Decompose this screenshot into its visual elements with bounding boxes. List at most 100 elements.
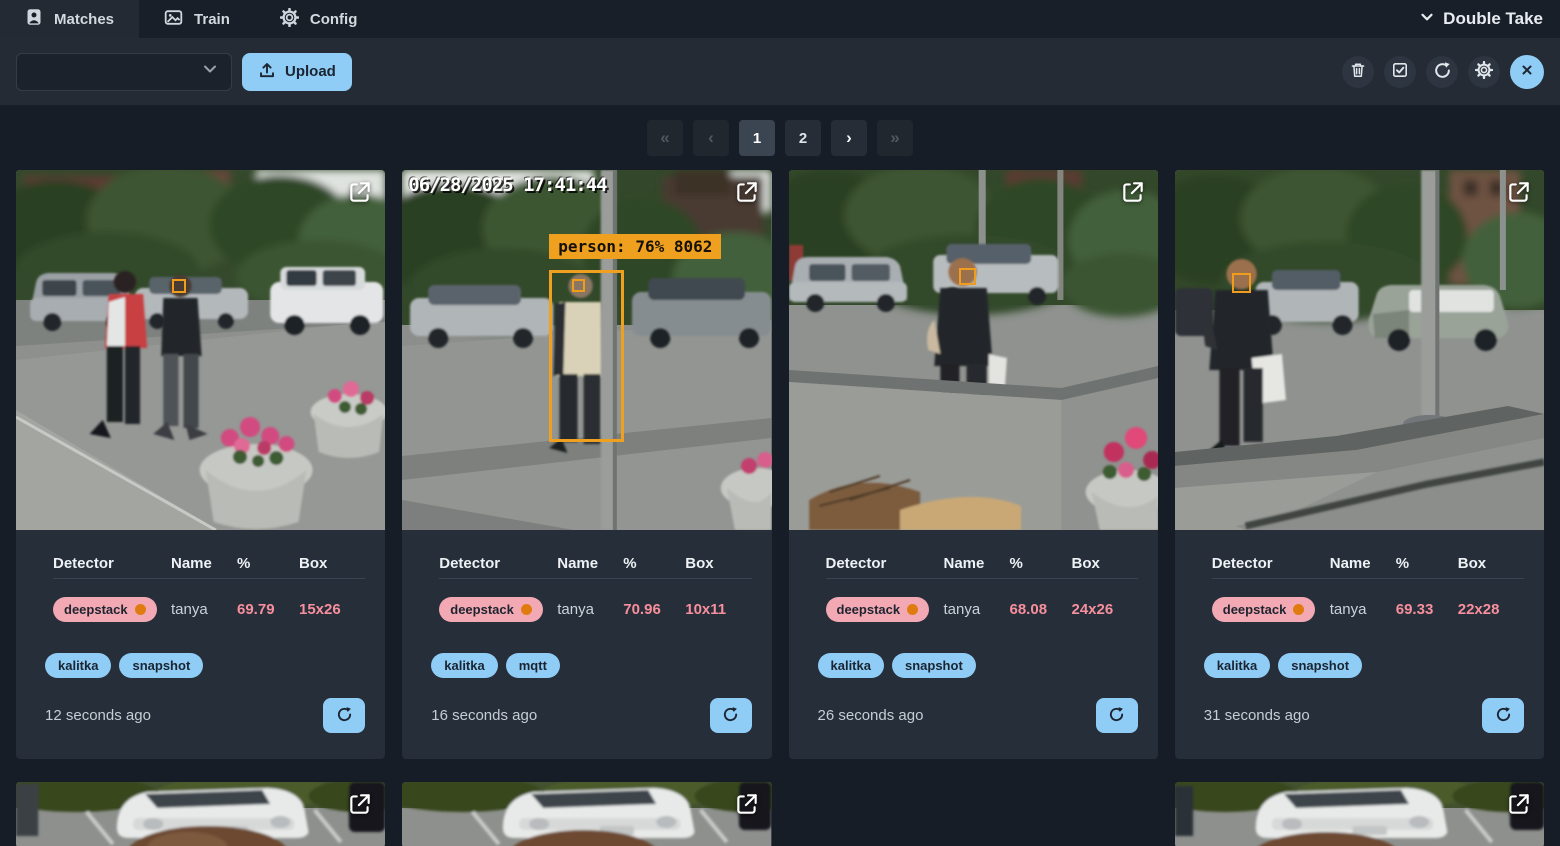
match-box: 10x11 [685, 600, 727, 618]
col-header-name: Name [1329, 554, 1371, 572]
match-details: Detector Name % Box deepstack tanya 69.3… [1175, 530, 1544, 759]
type-chip[interactable]: snapshot [119, 653, 204, 678]
close-filter-button[interactable] [1510, 54, 1544, 89]
col-header-box: Box [1457, 554, 1487, 572]
match-table: Detector Name % Box deepstack tanya 68.0… [825, 548, 1138, 639]
match-details: Detector Name % Box deepstack tanya 68.0… [789, 530, 1158, 759]
expand-icon[interactable] [1505, 179, 1533, 207]
first-page-button[interactable]: « [647, 120, 683, 156]
col-header-box: Box [1071, 554, 1100, 572]
camera-chip[interactable]: kalitka [45, 653, 112, 678]
upload-icon [258, 61, 276, 83]
expand-icon[interactable] [1505, 791, 1533, 819]
refresh-icon [1433, 61, 1452, 83]
id-badge-icon [25, 8, 43, 30]
col-header-box: Box [685, 554, 714, 572]
reprocess-button[interactable] [323, 698, 366, 733]
upload-button[interactable]: Upload [242, 52, 352, 91]
type-chip[interactable]: mqtt [505, 653, 560, 678]
col-header-percent: % [1395, 554, 1410, 572]
table-row: deepstack tanya 69.79 15x26 [53, 579, 365, 639]
chevron-down-icon [1419, 9, 1435, 30]
snapshot-scene [402, 782, 772, 846]
col-header-percent: % [237, 554, 251, 572]
double-take-app: Matches Train Config Double Take Upload … [0, 0, 1560, 846]
expand-icon[interactable] [733, 791, 761, 819]
gear-icon [1474, 60, 1494, 82]
tab-label: Matches [54, 10, 115, 28]
brand-menu[interactable]: Double Take [1402, 0, 1560, 38]
settings-button[interactable] [1468, 55, 1500, 88]
time-ago: 26 seconds ago [817, 707, 924, 724]
detector-status-dot [1293, 603, 1305, 615]
match-card [16, 782, 386, 846]
filter-select[interactable] [16, 52, 232, 91]
tab-label: Config [309, 10, 358, 28]
type-chip[interactable]: snapshot [891, 653, 976, 678]
match-table: Detector Name % Box deepstack tanya 69.3… [1211, 548, 1524, 639]
detector-status-dot [907, 603, 919, 615]
time-ago: 12 seconds ago [45, 707, 151, 724]
camera-chip[interactable]: kalitka [817, 653, 884, 678]
type-chip[interactable]: snapshot [1278, 653, 1363, 678]
table-row: deepstack tanya 68.08 24x26 [825, 579, 1138, 639]
match-name: tanya [557, 600, 594, 618]
tag-chips: kalitka snapshot [36, 653, 365, 678]
tab-label: Train [194, 10, 230, 28]
person-bounding-box [549, 270, 625, 442]
face-bounding-box [958, 268, 976, 285]
toolbar-actions [1342, 54, 1544, 89]
match-details: Detector Name % Box deepstack tanya 70.9… [402, 530, 771, 759]
card-footer: 16 seconds ago [422, 698, 752, 733]
match-card [1174, 782, 1544, 846]
tab-matches[interactable]: Matches [0, 0, 140, 38]
refresh-button[interactable] [1426, 55, 1458, 88]
delete-button[interactable] [1342, 55, 1374, 88]
expand-icon[interactable] [733, 179, 761, 207]
table-row: deepstack tanya 69.33 22x28 [1211, 579, 1524, 639]
card-footer: 12 seconds ago [36, 698, 366, 733]
camera-chip[interactable]: kalitka [431, 653, 498, 678]
gear-icon [279, 7, 300, 31]
expand-icon[interactable] [346, 179, 374, 207]
refresh-icon [336, 706, 353, 726]
toolbar: Upload [0, 38, 1560, 105]
page-button-2[interactable]: 2 [785, 120, 821, 156]
snapshot-scene [788, 170, 1158, 530]
match-card: 06/28/2025 17:41:44 person: 76% 8062 Det… [402, 170, 772, 759]
snapshot-scene [1174, 782, 1544, 846]
trash-icon [1349, 61, 1367, 82]
match-name: tanya [171, 600, 208, 618]
navbar: Matches Train Config Double Take [0, 0, 1560, 38]
tag-chips: kalitka snapshot [1195, 653, 1524, 678]
tab-config[interactable]: Config [255, 0, 382, 38]
col-header-percent: % [1009, 554, 1023, 572]
reprocess-button[interactable] [1095, 698, 1138, 733]
detector-status-dot [520, 603, 532, 615]
upload-label: Upload [285, 63, 336, 80]
match-details: Detector Name % Box deepstack tanya 69.7… [16, 530, 385, 759]
camera-chip[interactable]: kalitka [1203, 653, 1271, 678]
detector-badge: deepstack [439, 596, 543, 622]
match-snapshot [16, 170, 386, 530]
match-card: Detector Name % Box deepstack tanya 68.0… [788, 170, 1158, 759]
last-page-button[interactable]: » [877, 120, 913, 156]
match-table: Detector Name % Box deepstack tanya 69.7… [53, 548, 366, 639]
page-button-1[interactable]: 1 [739, 120, 775, 156]
prev-page-button[interactable]: ‹ [693, 120, 729, 156]
match-table: Detector Name % Box deepstack tanya 70.9… [439, 548, 752, 639]
detector-status-dot [134, 603, 146, 615]
col-header-detector: Detector [825, 554, 887, 572]
col-header-percent: % [623, 554, 637, 572]
reprocess-button[interactable] [1482, 698, 1524, 733]
refresh-icon [1495, 706, 1512, 726]
expand-icon[interactable] [1119, 179, 1147, 207]
tab-train[interactable]: Train [139, 0, 255, 38]
matches-grid-row-2 [16, 782, 1544, 846]
expand-icon[interactable] [346, 791, 374, 819]
next-page-button[interactable]: › [831, 120, 867, 156]
face-bounding-box [572, 279, 586, 292]
detector-badge: deepstack [1211, 596, 1316, 622]
select-all-button[interactable] [1384, 55, 1416, 88]
reprocess-button[interactable] [709, 698, 752, 733]
